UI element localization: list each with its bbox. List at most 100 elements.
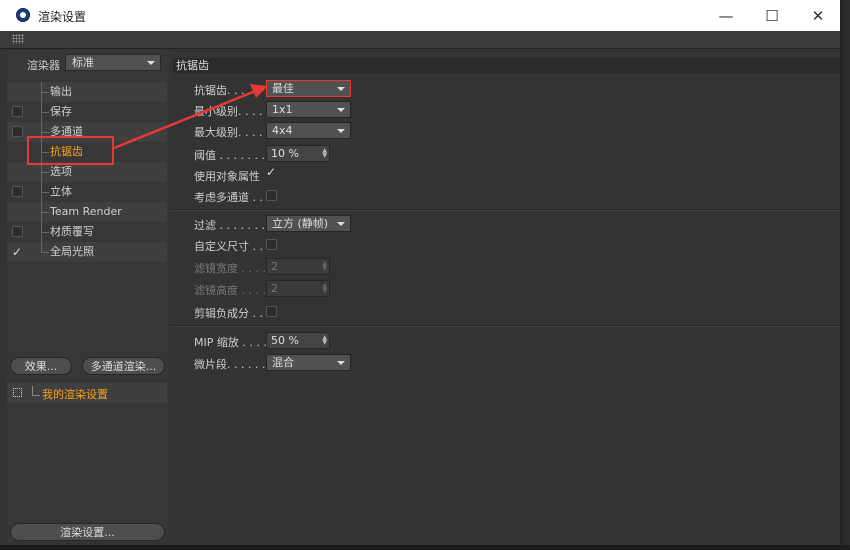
chevron-down-icon xyxy=(337,129,345,133)
chevron-down-icon xyxy=(337,222,345,226)
tree-item-checkbox[interactable] xyxy=(12,126,23,137)
consider-multipass-checkbox[interactable] xyxy=(266,190,277,201)
render-settings-window: 渲染设置 — ☐ ✕ 渲染器 标准 输出 保存 多通道 抗锯齿 选项 立体 Te… xyxy=(0,0,840,545)
checkmark-icon[interactable]: ✓ xyxy=(12,242,22,262)
render-settings-button[interactable]: 渲染设置... xyxy=(10,523,165,541)
filter-value: 立方 (静帧) xyxy=(272,217,329,230)
micropolygon-label: 微片段. . . . . . xyxy=(194,358,266,371)
title-bar: 渲染设置 — ☐ ✕ xyxy=(0,0,840,31)
antialiasing-value: 最佳 xyxy=(272,82,294,95)
tree-branch xyxy=(41,212,49,213)
chevron-down-icon xyxy=(337,87,345,91)
tree-item-label: 立体 xyxy=(50,185,72,198)
antialiasing-label: 抗锯齿. . . . xyxy=(194,84,252,97)
mip-scale-label: MIP 缩放 . . . . xyxy=(194,336,267,349)
tree-branch xyxy=(41,112,49,113)
chevron-down-icon xyxy=(337,108,345,112)
annotation-highlight-box xyxy=(27,136,114,165)
chevron-down-icon xyxy=(147,61,155,65)
window-title: 渲染设置 xyxy=(38,10,87,24)
filter-width-field[interactable]: 2 ▲ ▼ xyxy=(266,258,330,275)
max-level-label: 最大级别. . . . xyxy=(194,126,263,139)
renderer-label: 渲染器 xyxy=(27,59,60,72)
threshold-field[interactable]: 10 % ▲ ▼ xyxy=(266,145,330,162)
render-preset-item[interactable]: 我的渲染设置 xyxy=(7,383,167,403)
clip-negative-checkbox[interactable] xyxy=(266,306,277,317)
tree-item-stereo[interactable]: 立体 xyxy=(7,182,167,202)
spinner-icon[interactable]: ▲ ▼ xyxy=(322,261,327,272)
tree-branch xyxy=(41,172,49,173)
filter-height-field[interactable]: 2 ▲ ▼ xyxy=(266,280,330,297)
tree-item-global-illumination[interactable]: ✓ 全局光照 xyxy=(7,242,167,262)
tree-branch xyxy=(32,395,40,396)
tree-item-checkbox[interactable] xyxy=(12,106,23,117)
threshold-value: 10 % xyxy=(271,147,299,160)
filter-width-label: 滤镜宽度 . . . . xyxy=(194,262,266,275)
chevron-down-icon xyxy=(337,361,345,365)
max-level-value: 4x4 xyxy=(272,124,293,137)
tree-item-options[interactable]: 选项 xyxy=(7,162,167,182)
multipass-render-button[interactable]: 多通道渲染... xyxy=(82,357,165,375)
tree-item-label: 输出 xyxy=(50,85,72,98)
filter-dropdown[interactable]: 立方 (静帧) xyxy=(266,215,351,232)
minimize-button[interactable]: — xyxy=(703,0,749,31)
filter-width-value: 2 xyxy=(271,260,278,273)
divider xyxy=(171,325,840,327)
min-level-label: 最小级别. . . . xyxy=(194,105,263,118)
tree-item-checkbox[interactable] xyxy=(12,226,23,237)
renderer-dropdown[interactable]: 标准 xyxy=(65,54,161,71)
preset-icon xyxy=(13,388,22,397)
custom-size-label: 自定义尺寸 . . xyxy=(194,240,263,253)
tree-branch xyxy=(41,92,49,93)
tree-item-checkbox[interactable] xyxy=(12,186,23,197)
tree-item-label: 全局光照 xyxy=(50,245,94,258)
min-level-value: 1x1 xyxy=(272,103,293,116)
filter-height-label: 滤镜高度 . . . . xyxy=(194,284,266,297)
consider-multipass-label: 考虑多通道 . . xyxy=(194,191,263,204)
tree-item-label: Team Render xyxy=(50,205,122,218)
clip-negative-label: 剪辑负成分 . . xyxy=(194,307,263,320)
min-level-dropdown[interactable]: 1x1 xyxy=(266,101,351,118)
tree-item-material-override[interactable]: 材质覆写 xyxy=(7,222,167,242)
custom-size-checkbox[interactable] xyxy=(266,239,277,250)
maximize-button[interactable]: ☐ xyxy=(749,0,795,31)
tree-item-label: 选项 xyxy=(50,165,72,178)
spinner-icon[interactable]: ▲ ▼ xyxy=(322,335,327,346)
mip-scale-value: 50 % xyxy=(271,334,299,347)
tree-item-label: 保存 xyxy=(50,105,72,118)
tree-branch xyxy=(41,232,49,233)
tree-line xyxy=(32,386,33,395)
spinner-icon[interactable]: ▲ ▼ xyxy=(322,283,327,294)
effects-button[interactable]: 效果... xyxy=(10,357,72,375)
threshold-label: 阈值 . . . . . . . xyxy=(194,149,265,162)
background-timeline-strip xyxy=(0,545,850,550)
filter-height-value: 2 xyxy=(271,282,278,295)
tree-branch xyxy=(41,132,49,133)
tree-item-label: 材质覆写 xyxy=(50,225,94,238)
spinner-icon[interactable]: ▲ ▼ xyxy=(322,148,327,159)
divider xyxy=(171,209,840,211)
toolbar xyxy=(0,31,840,49)
settings-tree: 输出 保存 多通道 抗锯齿 选项 立体 Team Render 材质覆写 ✓ 全… xyxy=(7,82,167,262)
renderer-value: 标准 xyxy=(72,56,94,69)
micropolygon-dropdown[interactable]: 混合 xyxy=(266,354,351,371)
max-level-dropdown[interactable]: 4x4 xyxy=(266,122,351,139)
background-app-edge xyxy=(840,0,850,550)
tree-item-output[interactable]: 输出 xyxy=(7,82,167,102)
tree-branch xyxy=(41,252,49,253)
use-object-props-label: 使用对象属性 xyxy=(194,170,260,183)
tree-branch xyxy=(41,192,49,193)
section-title: 抗锯齿 xyxy=(173,58,840,73)
antialiasing-dropdown[interactable]: 最佳 xyxy=(266,80,351,97)
cinema4d-app-icon xyxy=(16,8,30,22)
right-panel: 抗锯齿 抗锯齿. . . . 最佳 最小级别. . . . 1x1 最大级别. … xyxy=(171,50,840,542)
mip-scale-field[interactable]: 50 % ▲ ▼ xyxy=(266,332,330,349)
tree-item-save[interactable]: 保存 xyxy=(7,102,167,122)
close-button[interactable]: ✕ xyxy=(795,0,841,31)
filter-label: 过滤 . . . . . . . xyxy=(194,219,265,232)
tree-item-team-render[interactable]: Team Render xyxy=(7,202,167,222)
micropolygon-value: 混合 xyxy=(272,356,294,369)
left-panel: 渲染器 标准 输出 保存 多通道 抗锯齿 选项 立体 Team Render 材… xyxy=(7,50,169,542)
checkmark-icon[interactable]: ✓ xyxy=(266,165,276,179)
grip-icon[interactable] xyxy=(12,34,24,44)
